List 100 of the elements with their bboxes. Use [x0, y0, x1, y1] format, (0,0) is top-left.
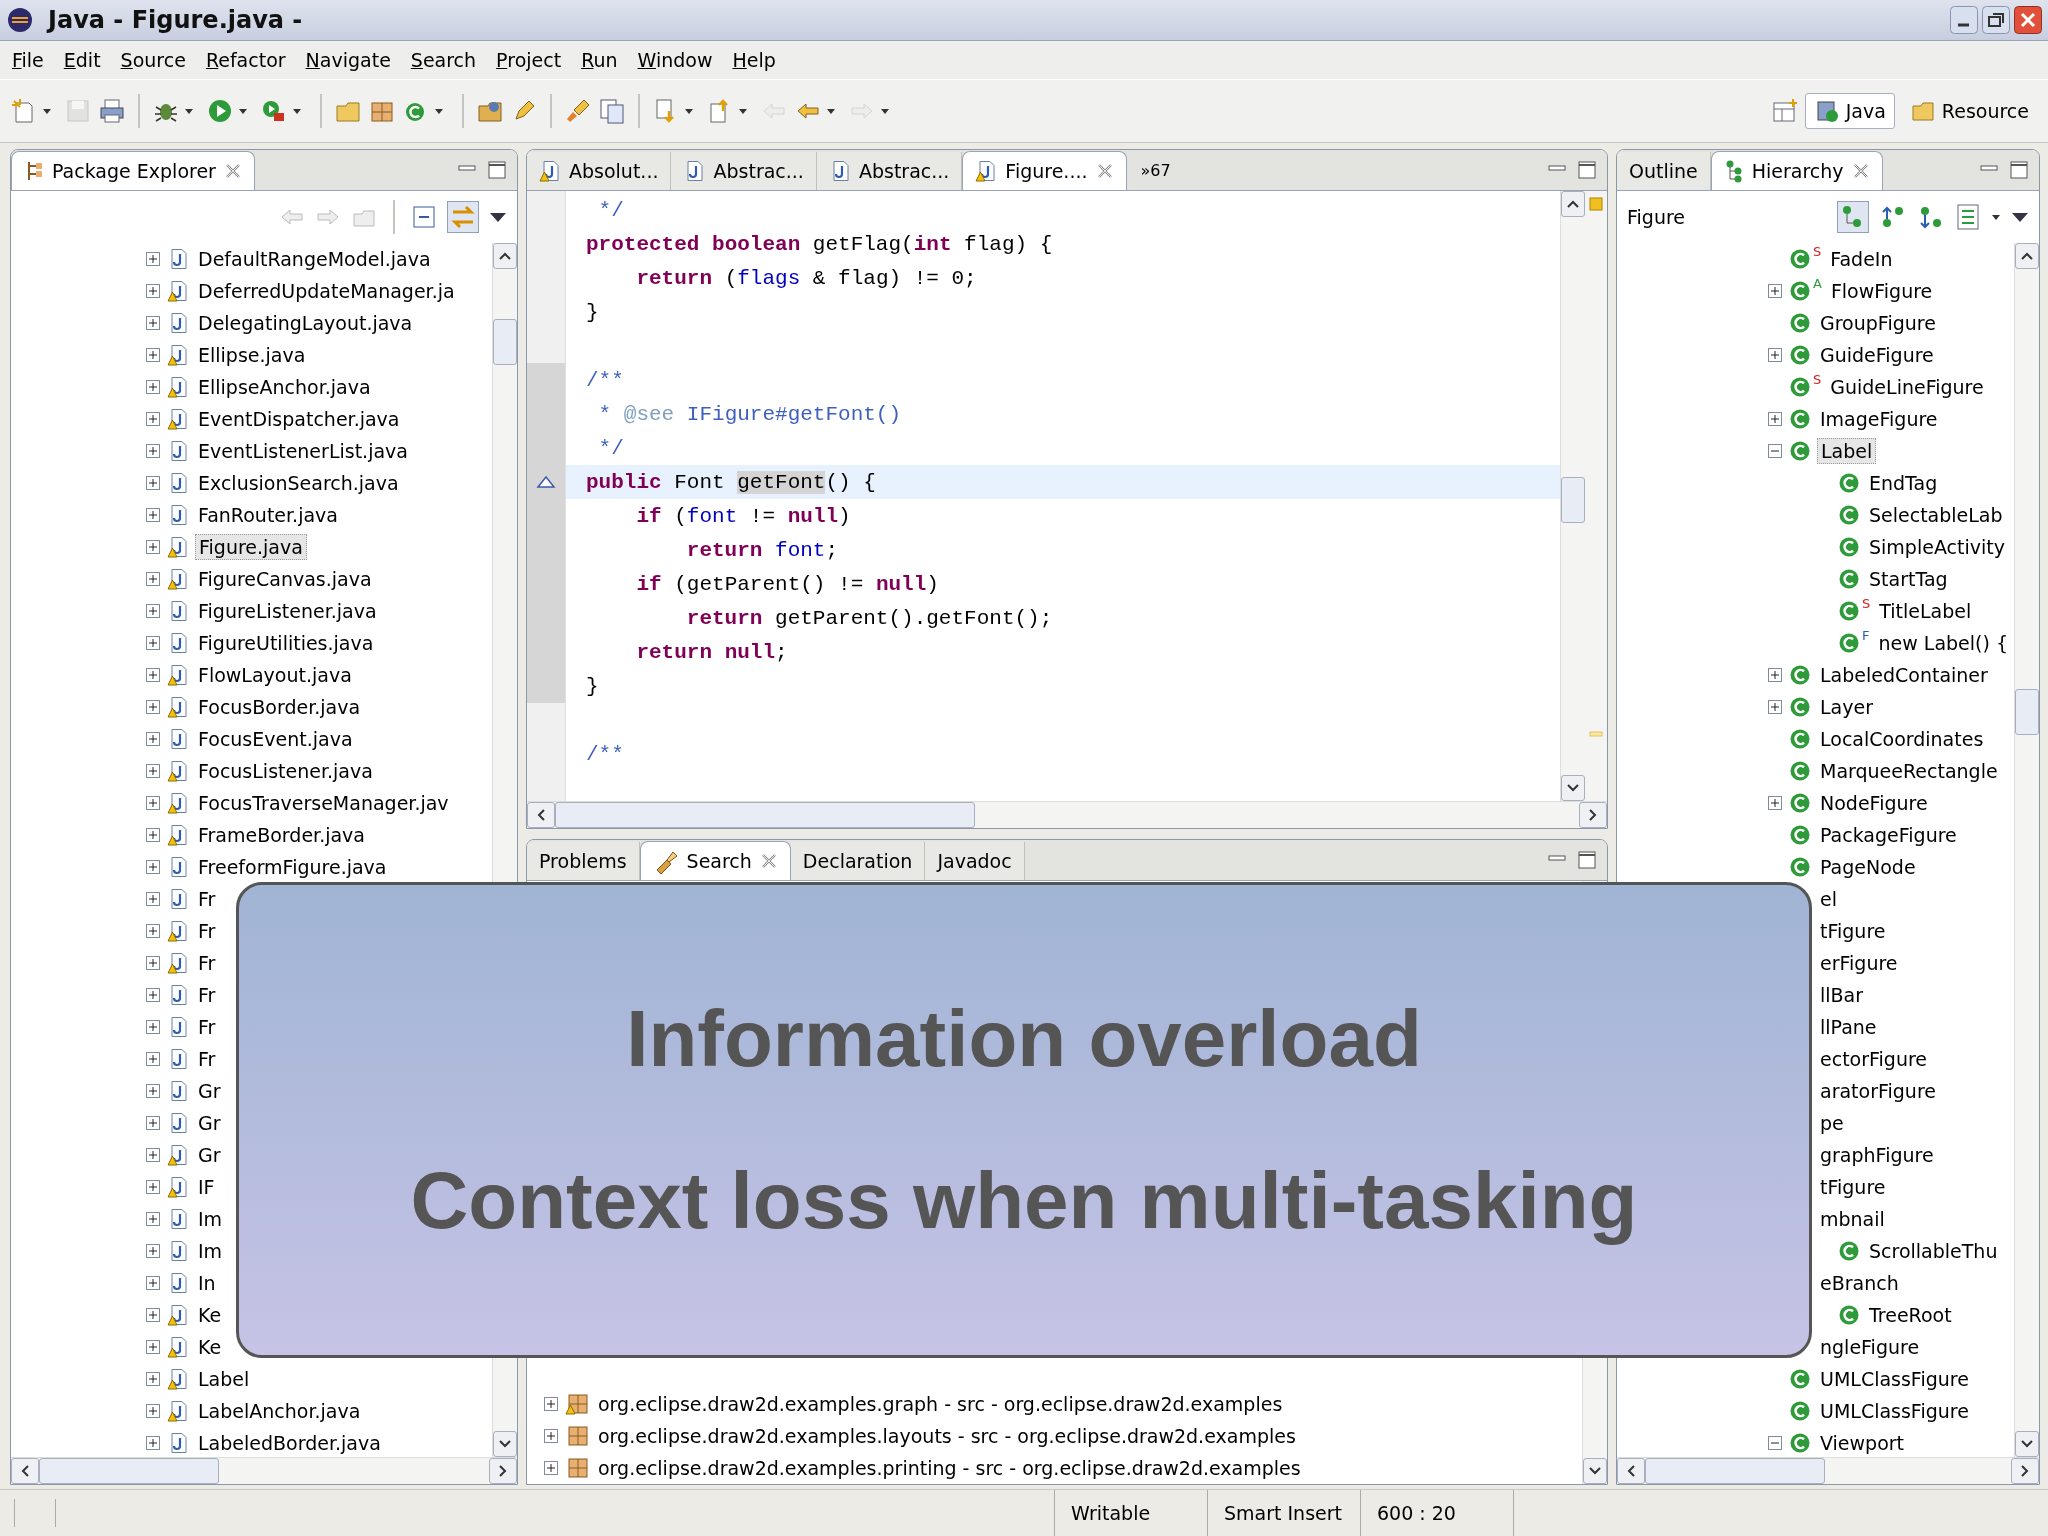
dropdown-caret-icon[interactable] — [738, 107, 748, 115]
tree-item[interactable]: llBar — [1817, 983, 1867, 1007]
scroll-right-icon[interactable] — [498, 1464, 508, 1478]
tree-item[interactable]: erFigure — [1817, 951, 1901, 975]
expand-toggle[interactable] — [145, 507, 161, 523]
close-icon[interactable] — [759, 852, 778, 870]
scroll-thumb[interactable] — [555, 802, 975, 828]
expand-toggle[interactable] — [145, 1083, 161, 1099]
expand-toggle[interactable] — [145, 763, 161, 779]
tree-item[interactable]: ImageFigure — [1817, 407, 1941, 431]
expand-toggle[interactable] — [145, 1435, 161, 1451]
tab[interactable]: Absolut... — [527, 152, 672, 190]
expand-toggle[interactable] — [145, 1307, 161, 1323]
expand-toggle[interactable] — [543, 1460, 559, 1476]
tree-item[interactable]: Figure.java — [195, 534, 307, 560]
tree-item[interactable]: el — [1817, 887, 1840, 911]
expand-toggle[interactable] — [145, 955, 161, 971]
tree-item[interactable]: FlowLayout.java — [195, 663, 355, 687]
expand-toggle[interactable] — [145, 411, 161, 427]
tree-item[interactable]: FreeformFigure.java — [195, 855, 390, 879]
tree-item[interactable]: new Label() { — [1875, 631, 2011, 655]
tab[interactable]: Abstrac... — [816, 152, 963, 190]
scroll-left-icon[interactable] — [536, 808, 546, 822]
tree-item[interactable]: FanRouter.java — [195, 503, 341, 527]
menu-item[interactable]: File — [4, 45, 52, 75]
expand-toggle[interactable] — [145, 603, 161, 619]
dropdown-caret-icon[interactable] — [184, 107, 194, 115]
expand-toggle[interactable] — [145, 827, 161, 843]
expand-toggle[interactable] — [145, 795, 161, 811]
tree-item[interactable]: Fr — [195, 983, 219, 1007]
tab[interactable]: Hierarchy — [1710, 151, 1883, 190]
maximize-icon[interactable] — [1577, 160, 1597, 180]
tree-item[interactable]: DeferredUpdateManager.ja — [195, 279, 458, 303]
tree-item[interactable]: aratorFigure — [1817, 1079, 1939, 1103]
tree-item[interactable]: Fr — [195, 919, 219, 943]
close-icon[interactable] — [1095, 162, 1114, 180]
tree-item[interactable]: TreeRoot — [1866, 1303, 1955, 1327]
tree-item[interactable]: ectorFigure — [1817, 1047, 1931, 1071]
expand-toggle[interactable] — [145, 859, 161, 875]
close-icon[interactable] — [1851, 162, 1870, 180]
tree-item[interactable]: tFigure — [1817, 1175, 1889, 1199]
tree-item[interactable]: PageNode — [1817, 855, 1919, 879]
scroll-thumb[interactable] — [493, 319, 517, 365]
expand-toggle[interactable] — [145, 1051, 161, 1067]
tree-item[interactable]: FigureListener.java — [195, 599, 380, 623]
tree-item[interactable]: GuideFigure — [1817, 343, 1937, 367]
expand-toggle[interactable] — [1767, 283, 1783, 299]
dropdown-caret-icon[interactable] — [684, 107, 694, 115]
link-with-editor-icon[interactable] — [447, 201, 479, 233]
horizontal-scrollbar[interactable] — [11, 1457, 517, 1484]
expand-toggle[interactable] — [145, 571, 161, 587]
expand-toggle[interactable] — [145, 891, 161, 907]
tree-item[interactable]: mbnail — [1817, 1207, 1888, 1231]
expand-toggle[interactable] — [145, 283, 161, 299]
tree-item[interactable]: Im — [195, 1239, 226, 1263]
tree-item[interactable]: LabeledBorder.java — [195, 1431, 384, 1455]
scroll-down-icon[interactable] — [1566, 783, 1580, 793]
perspective-button[interactable]: Resource — [1900, 93, 2038, 129]
tree-item[interactable]: Fr — [195, 1015, 219, 1039]
menu-item[interactable]: Run — [573, 45, 626, 75]
dropdown-caret-icon[interactable] — [42, 107, 52, 115]
expand-toggle[interactable] — [145, 379, 161, 395]
expand-toggle[interactable] — [145, 987, 161, 1003]
tree-item[interactable]: Gr — [195, 1111, 224, 1135]
vertical-scrollbar[interactable] — [1560, 191, 1585, 801]
scroll-up-icon[interactable] — [1566, 199, 1580, 209]
tree-item[interactable]: MarqueeRectangle — [1817, 759, 2001, 783]
tree-item[interactable]: DefaultRangeModel.java — [195, 247, 434, 271]
tree-item[interactable]: FadeIn — [1827, 247, 1896, 271]
tree-item[interactable]: Label — [1817, 438, 1877, 464]
tree-item[interactable]: Ke — [195, 1303, 225, 1327]
view-menu-icon[interactable] — [2011, 211, 2029, 223]
expand-toggle[interactable] — [1767, 347, 1783, 363]
tree-item[interactable]: EndTag — [1866, 471, 1941, 495]
tree-item[interactable]: UMLClassFigure — [1817, 1367, 1972, 1391]
tree-item[interactable]: FocusEvent.java — [195, 727, 356, 751]
tree-item[interactable]: Fr — [195, 1047, 219, 1071]
copy-icon[interactable] — [598, 97, 626, 125]
tab[interactable]: Figure.... — [962, 151, 1127, 190]
expand-toggle[interactable] — [145, 1179, 161, 1195]
horizontal-scrollbar[interactable] — [1617, 1457, 2039, 1484]
scroll-right-icon[interactable] — [1588, 808, 1598, 822]
tree-item[interactable]: Ke — [195, 1335, 225, 1359]
brush-icon[interactable] — [564, 97, 592, 125]
tree-item[interactable]: DelegatingLayout.java — [195, 311, 416, 335]
tree-item[interactable]: LabelAnchor.java — [195, 1399, 364, 1423]
tree-item[interactable]: graphFigure — [1817, 1143, 1937, 1167]
dropdown-caret-icon[interactable] — [238, 107, 248, 115]
expand-toggle[interactable] — [145, 667, 161, 683]
expand-toggle[interactable] — [145, 635, 161, 651]
expand-toggle[interactable] — [543, 1428, 559, 1444]
tree-item[interactable]: FocusBorder.java — [195, 695, 364, 719]
error-overview-marker[interactable] — [1589, 197, 1603, 211]
tree-item[interactable]: In — [195, 1271, 219, 1295]
tree-item[interactable]: Gr — [195, 1143, 224, 1167]
search-result[interactable]: org.eclipse.draw2d.examples.printing - src - org.eclipse.draw2d.examples — [595, 1456, 1304, 1480]
expand-toggle[interactable] — [145, 699, 161, 715]
scroll-down-icon[interactable] — [2020, 1439, 2034, 1449]
close-icon[interactable] — [223, 162, 242, 180]
perspective-button[interactable]: Java — [1804, 93, 1895, 129]
